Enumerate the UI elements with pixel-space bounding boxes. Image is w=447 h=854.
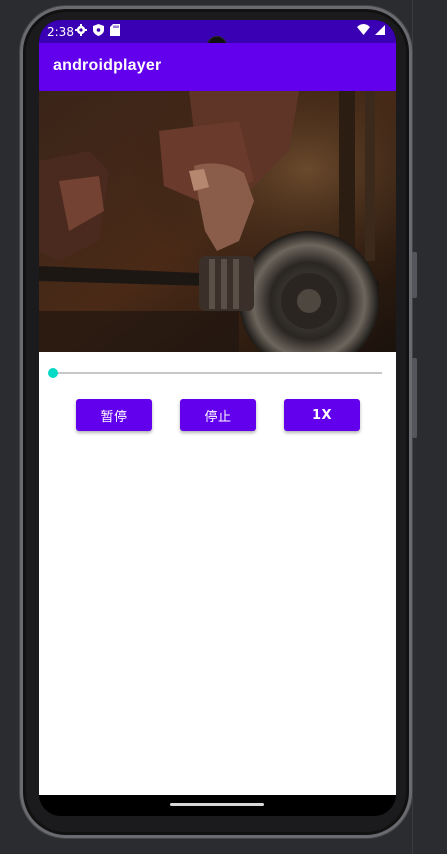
- device-screen: 2:38 androidplayer 暂停 停止 1X: [39, 20, 396, 816]
- app-bar: androidplayer: [39, 43, 396, 91]
- video-frame: [39, 91, 396, 352]
- status-icons-left: [75, 24, 120, 36]
- sd-card-icon: [110, 24, 120, 36]
- seekbar-thumb[interactable]: [48, 368, 58, 378]
- seekbar-track[interactable]: [53, 372, 382, 374]
- shield-icon: [93, 24, 104, 36]
- speed-button[interactable]: 1X: [284, 399, 360, 431]
- signal-icon: [375, 25, 385, 35]
- home-indicator[interactable]: [170, 803, 264, 806]
- stop-button[interactable]: 停止: [180, 399, 256, 431]
- navigation-bar: [39, 795, 396, 816]
- status-icons-right: [357, 24, 385, 36]
- app-title: androidplayer: [53, 57, 162, 74]
- volume-button[interactable]: [412, 358, 417, 438]
- status-time: 2:38: [47, 25, 74, 39]
- wifi-icon: [357, 24, 370, 35]
- video-view[interactable]: [39, 91, 396, 352]
- controls-area: 暂停 停止 1X: [39, 352, 396, 795]
- pause-button[interactable]: 暂停: [76, 399, 152, 431]
- gear-icon: [75, 24, 87, 36]
- power-button[interactable]: [412, 252, 417, 298]
